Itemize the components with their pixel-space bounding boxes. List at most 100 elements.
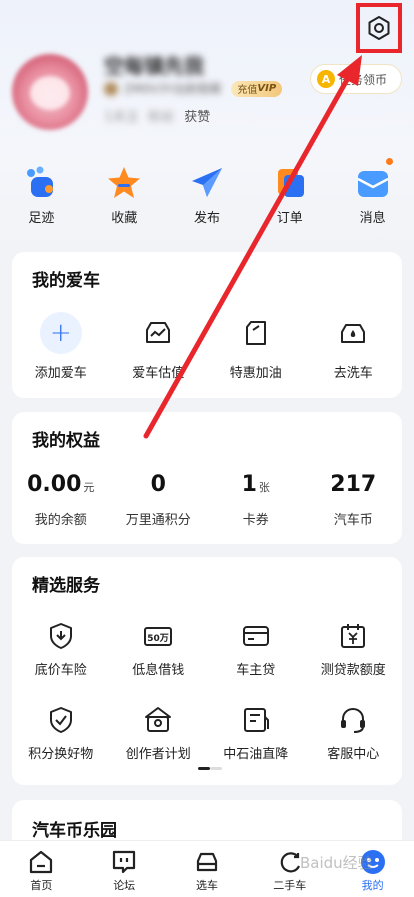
quick-actions: 足迹 收藏 发布 订单 消息: [0, 165, 414, 231]
tab-label: 选车: [195, 879, 218, 892]
service-label: 车主贷: [236, 663, 276, 678]
coupon-item[interactable]: 1张 卡券: [207, 472, 305, 528]
vip-badge[interactable]: 充值 VIP: [231, 80, 283, 97]
used-car-icon: [280, 852, 300, 873]
indicator-inactive: [210, 767, 222, 770]
tab-car-select[interactable]: 选车: [166, 841, 249, 897]
benefits-grid: 0.00 元 我的余额 0 万里通积分 1张 卡券 217 汽车币: [12, 472, 402, 528]
coupon-value: 1: [241, 472, 257, 497]
service-loan[interactable]: 50万 低息借钱: [110, 621, 208, 678]
balance-unit: 元: [83, 481, 95, 494]
benefits-card: 我的权益 0.00 元 我的余额 0 万里通积分 1张 卡券 217 汽车币: [12, 412, 402, 544]
coin-park-title: 汽车币乐园: [32, 821, 117, 841]
points-item[interactable]: 0 万里通积分: [110, 472, 208, 528]
car-select-icon: [196, 852, 218, 872]
followers-count[interactable]: 粉丝: [148, 106, 174, 125]
quick-label: 足迹: [28, 211, 55, 226]
service-label: 积分换好物: [28, 747, 94, 762]
fuel-card-icon: [243, 708, 269, 732]
message-icon: [356, 171, 389, 197]
quick-messages[interactable]: 消息: [331, 165, 414, 231]
cell-label: 特惠加油: [229, 366, 282, 381]
tab-forum[interactable]: 论坛: [83, 841, 166, 897]
forum-icon: [113, 850, 136, 874]
coupon-label: 卡券: [242, 513, 269, 528]
vip-tag: VIP: [257, 83, 277, 94]
quick-label: 订单: [276, 211, 303, 226]
car-wash-button[interactable]: 去洗车: [305, 312, 403, 381]
card-icon: [242, 626, 269, 646]
benefits-title: 我的权益: [32, 431, 100, 451]
tab-label: 首页: [30, 879, 53, 892]
service-customer-center[interactable]: 客服中心: [305, 705, 403, 762]
bottom-tab-bar: 首页 论坛 选车 二手车 我的: [0, 840, 414, 897]
tab-home[interactable]: 首页: [0, 841, 83, 897]
headset-icon: [341, 707, 366, 733]
order-icon: [277, 169, 304, 197]
shield-check-icon: [49, 707, 72, 733]
car-coin-label: 汽车币: [333, 513, 373, 528]
tab-used-car[interactable]: 二手车: [248, 841, 331, 897]
gear-icon: [368, 16, 390, 40]
service-points-mall[interactable]: 积分换好物: [12, 705, 110, 762]
loan-icon-text: 50万: [147, 633, 169, 644]
footprint-icon: [27, 166, 54, 197]
quick-favorites[interactable]: 收藏: [83, 165, 166, 231]
profile-icon: [360, 850, 385, 874]
coupon-unit: 张: [258, 481, 270, 494]
calendar-yen-icon: [341, 624, 366, 648]
loan-50w-icon: 50万: [144, 627, 173, 646]
profile-subtext: ZM0V3Y出航程模: [124, 82, 222, 96]
car-coin-item[interactable]: 217 汽车币: [305, 472, 403, 528]
service-insurance[interactable]: 底价车险: [12, 621, 110, 678]
quick-label: 消息: [359, 211, 386, 226]
quick-orders[interactable]: 订单: [248, 165, 331, 231]
tab-label: 二手车: [273, 879, 307, 892]
service-creator[interactable]: 创作者计划: [110, 705, 208, 762]
tab-label: 论坛: [113, 879, 136, 892]
service-label: 创作者计划: [125, 747, 191, 762]
fuel-discount-button[interactable]: 特惠加油: [207, 312, 305, 381]
coin-icon: A: [317, 70, 335, 88]
cell-label: 爱车估值: [132, 366, 185, 381]
balance-label: 我的余额: [34, 513, 87, 528]
tab-label: 我的: [361, 879, 384, 892]
service-petrochina[interactable]: 中石油直降: [207, 705, 305, 762]
page-indicator: [198, 767, 222, 770]
indicator-active: [198, 767, 210, 770]
car-value-button[interactable]: 爱车估值: [110, 312, 208, 381]
tab-mine[interactable]: 我的: [331, 841, 414, 897]
balance-value: 0.00: [27, 472, 82, 497]
car-wash-icon: [341, 324, 366, 343]
nickname[interactable]: 空每镇先我: [104, 50, 204, 79]
balance-item[interactable]: 0.00 元 我的余额: [12, 472, 110, 528]
services-row-1: 底价车险 50万 低息借钱 车主贷 测贷款额度: [12, 621, 402, 678]
task-label: 任务领币: [339, 72, 388, 87]
likes-count[interactable]: 获赞: [184, 106, 210, 125]
profile-badges: ZM0V3Y出航程模 充值 VIP: [104, 80, 283, 97]
send-icon: [191, 168, 222, 197]
services-card: 精选服务 底价车险 50万 低息借钱 车主贷 测贷款额度 积分换好物 创作者计划…: [12, 557, 402, 785]
service-loan-limit[interactable]: 测贷款额度: [305, 621, 403, 678]
my-car-actions: + 添加爱车 爱车估值 特惠加油 去洗车: [12, 312, 402, 381]
quick-publish[interactable]: 发布: [166, 165, 249, 231]
service-label: 底价车险: [34, 663, 87, 678]
quick-label: 收藏: [111, 211, 138, 226]
points-value: 0: [150, 472, 166, 497]
service-label: 测贷款额度: [320, 663, 386, 678]
services-title: 精选服务: [32, 576, 100, 596]
plus-icon: +: [39, 312, 82, 354]
settings-button[interactable]: [356, 3, 402, 53]
service-label: 中石油直降: [223, 747, 289, 762]
quick-footprint[interactable]: 足迹: [0, 165, 83, 231]
car-coin-value: 217: [330, 472, 377, 497]
task-coin-button[interactable]: A 任务领币: [310, 64, 402, 94]
service-owner-loan[interactable]: 车主贷: [207, 621, 305, 678]
services-row-2: 积分换好物 创作者计划 中石油直降 客服中心: [12, 705, 402, 762]
cell-label: 去洗车: [333, 366, 373, 381]
profile-stats: 1关注 粉丝 获赞: [104, 106, 210, 125]
avatar[interactable]: [12, 54, 88, 130]
following-count[interactable]: 1关注: [104, 106, 138, 125]
add-car-button[interactable]: + 添加爱车: [12, 312, 110, 381]
car-value-icon: [146, 322, 171, 343]
